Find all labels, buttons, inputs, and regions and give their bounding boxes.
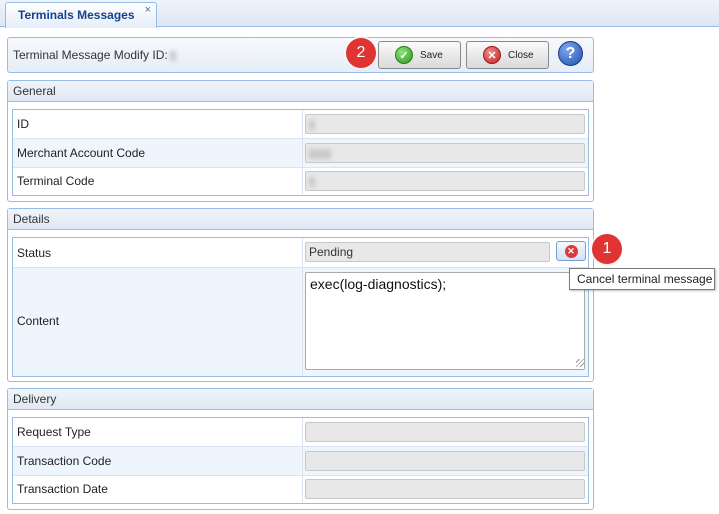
row-separator (302, 418, 303, 446)
details-panel: Details Status Pending ✕ Content exec(lo… (7, 208, 594, 382)
step-badge-2: 2 (346, 38, 376, 68)
delivery-panel: Delivery Request Type Transaction Code T… (7, 388, 594, 510)
row-separator (302, 139, 303, 167)
status-label: Status (17, 246, 52, 260)
general-row-terminal: Terminal Code (13, 168, 588, 195)
redacted-value (309, 148, 331, 159)
delivery-row-transaction-code: Transaction Code (13, 447, 588, 476)
terminal-code-field[interactable] (305, 171, 585, 191)
delivery-grid: Request Type Transaction Code Transactio… (12, 417, 589, 504)
row-separator (302, 268, 303, 376)
cancel-message-button[interactable]: ✕ (556, 241, 586, 261)
general-header: General (8, 81, 593, 102)
details-header: Details (8, 209, 593, 230)
tab-close-icon[interactable]: × (145, 4, 151, 16)
terminal-code-label: Terminal Code (17, 174, 95, 188)
redacted-value (309, 176, 315, 187)
general-grid: ID Merchant Account Code Terminal Code (12, 109, 589, 196)
tab-terminals-messages[interactable]: Terminals Messages × (5, 2, 157, 28)
general-panel: General ID Merchant Account Code Termina… (7, 80, 594, 202)
save-button[interactable]: ✓ Save (378, 41, 461, 69)
row-separator (302, 447, 303, 475)
general-row-id: ID (13, 110, 588, 139)
request-type-label: Request Type (17, 425, 91, 439)
x-circle-icon: ✕ (483, 46, 501, 64)
content-textarea[interactable]: exec(log-diagnostics); (305, 272, 585, 370)
details-row-status: Status Pending ✕ (13, 238, 588, 268)
close-button[interactable]: ✕ Close (466, 41, 549, 69)
redacted-id (169, 50, 176, 61)
content-label: Content (17, 314, 60, 328)
delivery-row-request-type: Request Type (13, 418, 588, 447)
status-field[interactable]: Pending (305, 242, 550, 262)
row-separator (302, 110, 303, 138)
row-separator (302, 168, 303, 195)
tab-label: Terminals Messages (18, 8, 135, 22)
id-label: ID (17, 117, 29, 131)
merchant-account-code-label: Merchant Account Code (17, 146, 146, 160)
cancel-tooltip: Cancel terminal message (569, 268, 715, 290)
help-button[interactable]: ? (558, 41, 583, 66)
resize-grip-icon[interactable] (576, 359, 584, 367)
row-separator (302, 476, 303, 503)
request-type-field[interactable] (305, 422, 585, 442)
transaction-date-field[interactable] (305, 479, 585, 499)
page-title: Terminal Message Modify ID: (13, 48, 176, 62)
redacted-value (309, 119, 315, 130)
tab-strip: Terminals Messages × (0, 0, 719, 28)
merchant-account-code-field[interactable] (305, 143, 585, 163)
row-separator (302, 238, 303, 267)
transaction-code-field[interactable] (305, 451, 585, 471)
id-field[interactable] (305, 114, 585, 134)
delivery-header: Delivery (8, 389, 593, 410)
details-row-content: Content exec(log-diagnostics); (13, 268, 588, 376)
check-circle-icon: ✓ (395, 46, 413, 64)
save-label: Save (420, 49, 443, 61)
close-label: Close (508, 49, 534, 61)
page-title-text: Terminal Message Modify ID: (13, 48, 168, 62)
details-grid: Status Pending ✕ Content exec(log-diagno… (12, 237, 589, 377)
cancel-circle-icon: ✕ (564, 244, 578, 258)
toolbar-panel: Terminal Message Modify ID: ✓ Save ✕ Clo… (7, 37, 594, 73)
transaction-code-label: Transaction Code (17, 454, 112, 468)
transaction-date-label: Transaction Date (17, 482, 108, 496)
general-row-merchant: Merchant Account Code (13, 139, 588, 168)
step-badge-1: 1 (592, 234, 622, 264)
question-icon: ? (565, 44, 576, 62)
delivery-row-transaction-date: Transaction Date (13, 476, 588, 503)
